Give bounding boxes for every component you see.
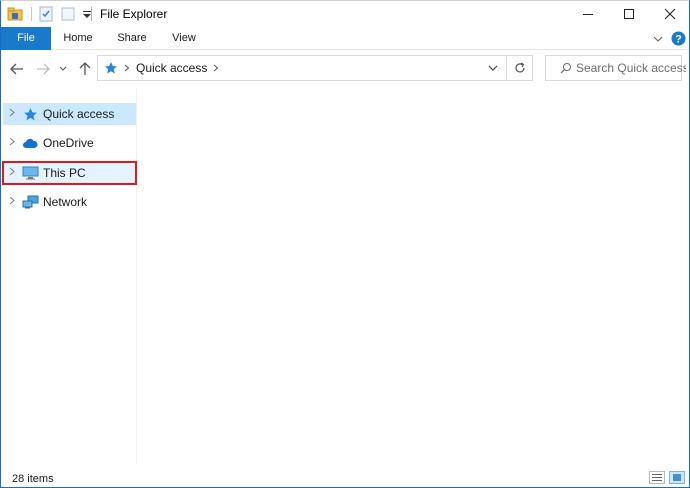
refresh-button[interactable] xyxy=(507,55,533,81)
breadcrumb-separator-icon[interactable] xyxy=(213,64,219,72)
chevron-down-icon xyxy=(653,36,663,42)
tab-view[interactable]: View xyxy=(164,27,204,50)
search-input[interactable] xyxy=(576,61,686,75)
tab-file[interactable]: File xyxy=(1,27,51,50)
navigation-pane: Quick access OneDrive This PC Network xyxy=(1,88,137,464)
nav-item-this-pc[interactable]: This PC xyxy=(2,161,137,185)
folder-properties-icon[interactable] xyxy=(7,6,23,22)
nav-item-label: Quick access xyxy=(43,107,115,121)
monitor-icon xyxy=(21,165,39,181)
forward-button[interactable] xyxy=(33,59,53,79)
chevron-down-icon xyxy=(488,65,498,71)
arrow-left-icon xyxy=(10,63,23,75)
file-explorer-window: File Explorer File Home Share View ? Qui… xyxy=(0,0,690,488)
network-icon xyxy=(21,194,39,210)
recent-locations-button[interactable] xyxy=(57,59,69,79)
nav-item-label: OneDrive xyxy=(43,136,94,150)
quick-access-toolbar xyxy=(7,5,98,23)
nav-item-quick-access[interactable]: Quick access xyxy=(3,103,136,125)
expand-chevron-icon[interactable] xyxy=(5,137,19,149)
breadcrumb-separator-icon xyxy=(124,64,130,72)
close-icon xyxy=(664,8,676,20)
star-icon xyxy=(104,61,118,75)
nav-item-onedrive[interactable]: OneDrive xyxy=(3,132,136,154)
navigation-bar: Quick access xyxy=(1,50,689,88)
tab-share[interactable]: Share xyxy=(111,27,153,50)
tab-home[interactable]: Home xyxy=(57,27,99,50)
nav-item-label: Network xyxy=(43,195,88,209)
chevron-down-icon xyxy=(59,66,67,71)
minimize-icon xyxy=(583,14,593,15)
window-title: File Explorer xyxy=(100,7,168,21)
new-folder-icon[interactable] xyxy=(60,6,76,22)
back-button[interactable] xyxy=(7,59,27,79)
search-box[interactable] xyxy=(545,55,686,81)
large-icons-view-icon xyxy=(673,474,681,481)
details-view-icon xyxy=(652,474,662,481)
maximize-icon xyxy=(624,9,634,19)
view-switcher xyxy=(645,471,685,484)
arrow-right-icon xyxy=(37,63,50,75)
address-bar[interactable]: Quick access xyxy=(97,55,507,81)
title-bar: File Explorer xyxy=(1,1,689,27)
expand-chevron-icon[interactable] xyxy=(5,196,19,208)
up-button[interactable] xyxy=(75,59,95,79)
address-history-button[interactable] xyxy=(488,65,498,72)
ribbon-controls: ? xyxy=(649,29,689,48)
maximize-button[interactable] xyxy=(610,1,648,27)
refresh-icon xyxy=(514,62,525,73)
status-bar: 28 items xyxy=(1,467,689,487)
nav-item-label: This PC xyxy=(43,166,86,180)
ribbon-tabs: File Home Share View ? xyxy=(1,27,689,50)
title-separator xyxy=(91,7,92,21)
large-icons-view-button[interactable] xyxy=(669,471,685,484)
breadcrumb[interactable]: Quick access xyxy=(136,61,207,75)
minimize-button[interactable] xyxy=(569,1,607,27)
star-icon xyxy=(21,106,39,122)
expand-chevron-icon[interactable] xyxy=(5,108,19,120)
file-list-area[interactable] xyxy=(138,88,689,464)
help-button[interactable]: ? xyxy=(667,31,689,46)
toolbar-separator xyxy=(31,7,32,21)
checkmark-document-icon[interactable] xyxy=(38,6,54,22)
arrow-up-icon xyxy=(79,62,91,75)
search-icon xyxy=(560,62,572,74)
item-count: 28 items xyxy=(12,473,54,485)
nav-item-network[interactable]: Network xyxy=(3,191,136,213)
details-view-button[interactable] xyxy=(649,471,665,484)
cloud-icon xyxy=(21,135,39,151)
expand-ribbon-button[interactable] xyxy=(649,35,667,43)
help-icon: ? xyxy=(671,31,685,46)
expand-chevron-icon[interactable] xyxy=(5,167,19,179)
svg-text:?: ? xyxy=(675,34,682,46)
close-button[interactable] xyxy=(651,1,689,27)
